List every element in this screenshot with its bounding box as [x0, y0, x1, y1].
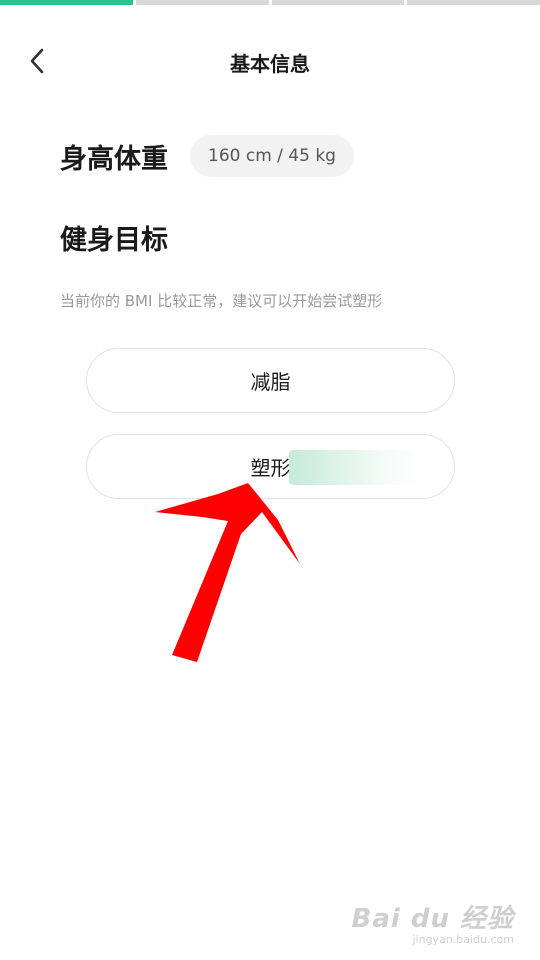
height-weight-value-pill[interactable]: 160 cm / 45 kg — [190, 135, 354, 177]
fitness-goal-title: 健身目标 — [60, 225, 168, 256]
nav-bar: 基本信息 — [0, 40, 540, 82]
goal-option-fat-loss[interactable]: 减脂 — [86, 348, 455, 413]
goal-option-body-shaping[interactable]: 塑形 — [86, 434, 455, 499]
progress-segment-2 — [135, 0, 269, 5]
goal-option-label: 塑形 — [250, 456, 291, 480]
step-progress-bar — [0, 0, 540, 5]
progress-segment-3 — [271, 0, 405, 5]
watermark-brand: Bai du 经验 — [351, 904, 514, 934]
redaction-blur — [289, 450, 419, 485]
height-weight-label: 身高体重 — [60, 143, 168, 175]
goal-option-label: 减脂 — [250, 370, 291, 394]
height-weight-row: 身高体重 160 cm / 45 kg — [60, 134, 354, 178]
bmi-hint-text: 当前你的 BMI 比较正常，建议可以开始尝试塑形 — [60, 292, 383, 310]
page-title: 基本信息 — [230, 52, 310, 76]
progress-segment-4 — [407, 0, 540, 5]
watermark-logo: Bai du 经验 jingyan.baidu.com — [352, 898, 515, 946]
progress-segment-1 — [0, 0, 133, 5]
